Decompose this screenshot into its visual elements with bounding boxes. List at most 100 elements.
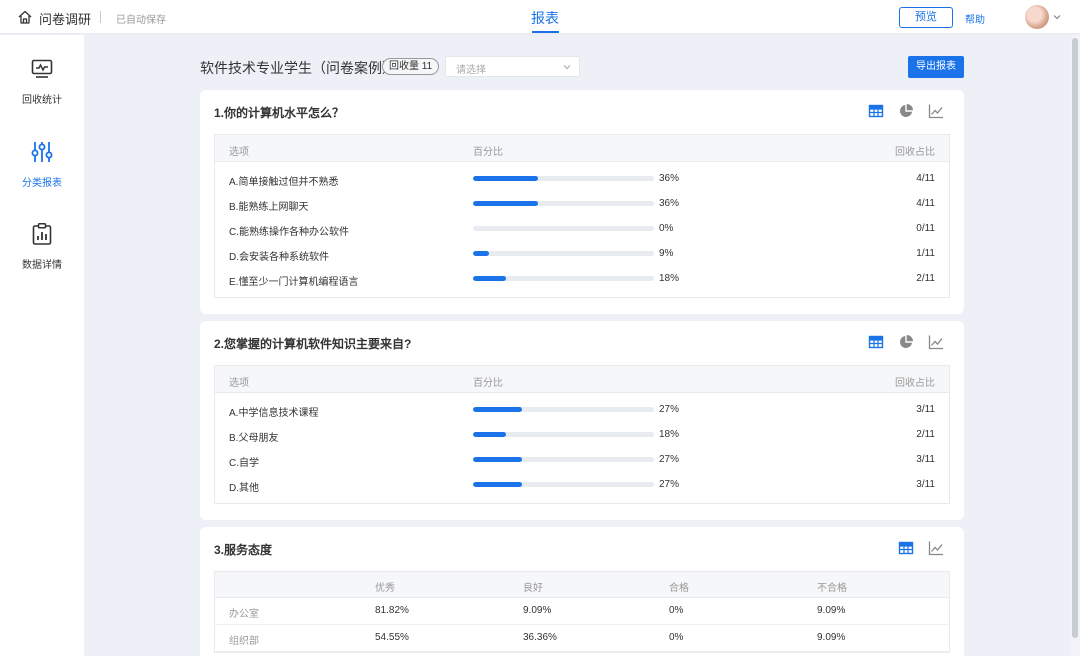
ratio-value: 3/11 [916,479,935,490]
table-row: B.父母朋友 18% 2/11 [215,422,949,447]
percent-bar [473,201,654,206]
row-label: 办公室 [229,609,259,620]
ratio-value: 4/11 [916,198,935,209]
column-header: 合格 [669,583,689,594]
option-label: A.中学信息技术课程 [229,408,319,419]
column-header-ratio: 回收占比 [895,378,935,389]
percent-bar [473,407,654,412]
help-link[interactable]: 帮助 [965,11,985,26]
pie-chart-icon[interactable] [898,103,914,119]
option-label: D.其他 [229,483,259,494]
scrollbar-thumb[interactable] [1072,38,1078,638]
question-card: 2.您掌握的计算机软件知识主要来自? 选项 百分比 回收占比 A.中学信息技术课… [200,321,964,520]
percent-bar-fill [473,432,506,437]
column-header-option: 选项 [229,378,249,389]
export-report-button[interactable]: 导出报表 [908,56,964,78]
percent-bar [473,226,654,231]
table-row: 组织部 54.55% 36.36% 0% 9.09% [215,625,949,652]
percent-value: 27% [659,479,680,490]
chevron-down-icon [563,65,571,70]
home-icon[interactable] [17,9,33,25]
table-header: 选项 百分比 回收占比 [215,366,949,393]
cell-value: 54.55% [375,632,409,643]
column-header-ratio: 回收占比 [895,147,935,158]
percent-value: 0% [659,223,674,234]
ratio-value: 0/11 [916,223,935,234]
sidebar-item-label: 数据详情 [22,260,62,271]
percent-bar [473,251,654,256]
table-row: E.懂至少一门计算机编程语言 18% 2/11 [215,266,949,291]
ratio-value: 3/11 [916,404,935,415]
table-row: C.能熟练操作各种办公软件 0% 0/11 [215,216,949,241]
sidebar-item-category-report[interactable]: 分类报表 [0,140,84,200]
table-header: 优秀 良好 合格 不合格 [215,572,949,598]
active-tab-indicator [532,31,559,33]
column-header-percent: 百分比 [473,378,503,389]
percent-bar [473,432,654,437]
percent-bar [473,276,654,281]
line-chart-icon[interactable] [928,103,944,119]
table-row: C.自学 27% 3/11 [215,447,949,472]
table-row: A.中学信息技术课程 27% 3/11 [215,397,949,422]
sidebar-item-recovery-stats[interactable]: 回收统计 [0,57,84,117]
cell-value: 81.82% [375,605,409,616]
line-chart-icon[interactable] [928,540,944,556]
table-header: 选项 百分比 回收占比 [215,135,949,162]
matrix-table: 优秀 良好 合格 不合格 办公室 81.82% 9.09% 0% 9.09% 组… [214,571,950,653]
top-bar: 问卷调研 已自动保存 报表 预览 帮助 [0,0,1080,34]
cell-value: 9.09% [817,632,846,643]
option-label: B.父母朋友 [229,433,279,444]
table-row: D.其他 27% 3/11 [215,472,949,497]
tab-report[interactable]: 报表 [524,8,566,28]
table-icon[interactable] [868,103,884,119]
percent-bar-fill [473,176,539,181]
percent-bar-fill [473,251,490,256]
cell-value: 0% [669,632,684,643]
title-divider [100,11,101,23]
column-header: 不合格 [817,583,847,594]
column-header-option: 选项 [229,147,249,158]
percent-value: 36% [659,198,680,209]
avatar[interactable] [1025,5,1049,29]
question-title: 2.您掌握的计算机软件知识主要来自? [214,337,412,351]
response-count-badge: 回收量 11 [382,58,440,75]
percent-bar [473,176,654,181]
option-label: E.懂至少一门计算机编程语言 [229,277,359,288]
filter-select[interactable]: 请选择 [445,56,580,77]
sidebar-item-label: 回收统计 [22,95,62,106]
percent-value: 9% [659,248,674,259]
table-icon[interactable] [898,540,914,556]
percent-bar-fill [473,457,522,462]
percent-bar-fill [473,276,506,281]
row-label: 组织部 [229,636,259,647]
cell-value: 0% [669,605,684,616]
sidebar-item-data-details[interactable]: 数据详情 [0,222,84,282]
percent-value: 27% [659,404,680,415]
option-label: C.自学 [229,458,259,469]
cell-value: 9.09% [817,605,846,616]
ratio-value: 3/11 [916,454,935,465]
option-label: C.能熟练操作各种办公软件 [229,227,349,238]
select-placeholder: 请选择 [456,65,486,76]
chevron-down-icon[interactable] [1052,12,1062,22]
option-label: B.能熟练上网聊天 [229,202,309,213]
table-icon[interactable] [868,334,884,350]
line-chart-icon[interactable] [928,334,944,350]
ratio-value: 1/11 [916,248,935,259]
table-row: D.会安装各种系统软件 9% 1/11 [215,241,949,266]
view-toggle [868,334,944,350]
table-row: A.简单接触过但并不熟悉 36% 4/11 [215,166,949,191]
column-header: 优秀 [375,583,395,594]
pie-chart-icon[interactable] [898,334,914,350]
survey-title: 软件技术专业学生（问卷案例） [200,60,396,76]
autosave-status: 已自动保存 [116,15,166,26]
clipboard-chart-icon [32,223,52,245]
sidebar: 回收统计 分类报表 数据详情 [0,35,84,656]
table-row: B.能熟练上网聊天 36% 4/11 [215,191,949,216]
ratio-value: 2/11 [916,273,935,284]
sidebar-item-label: 分类报表 [22,178,62,189]
option-label: D.会安装各种系统软件 [229,252,329,263]
percent-bar [473,482,654,487]
view-toggle [868,103,944,119]
preview-button[interactable]: 预览 [899,7,953,28]
